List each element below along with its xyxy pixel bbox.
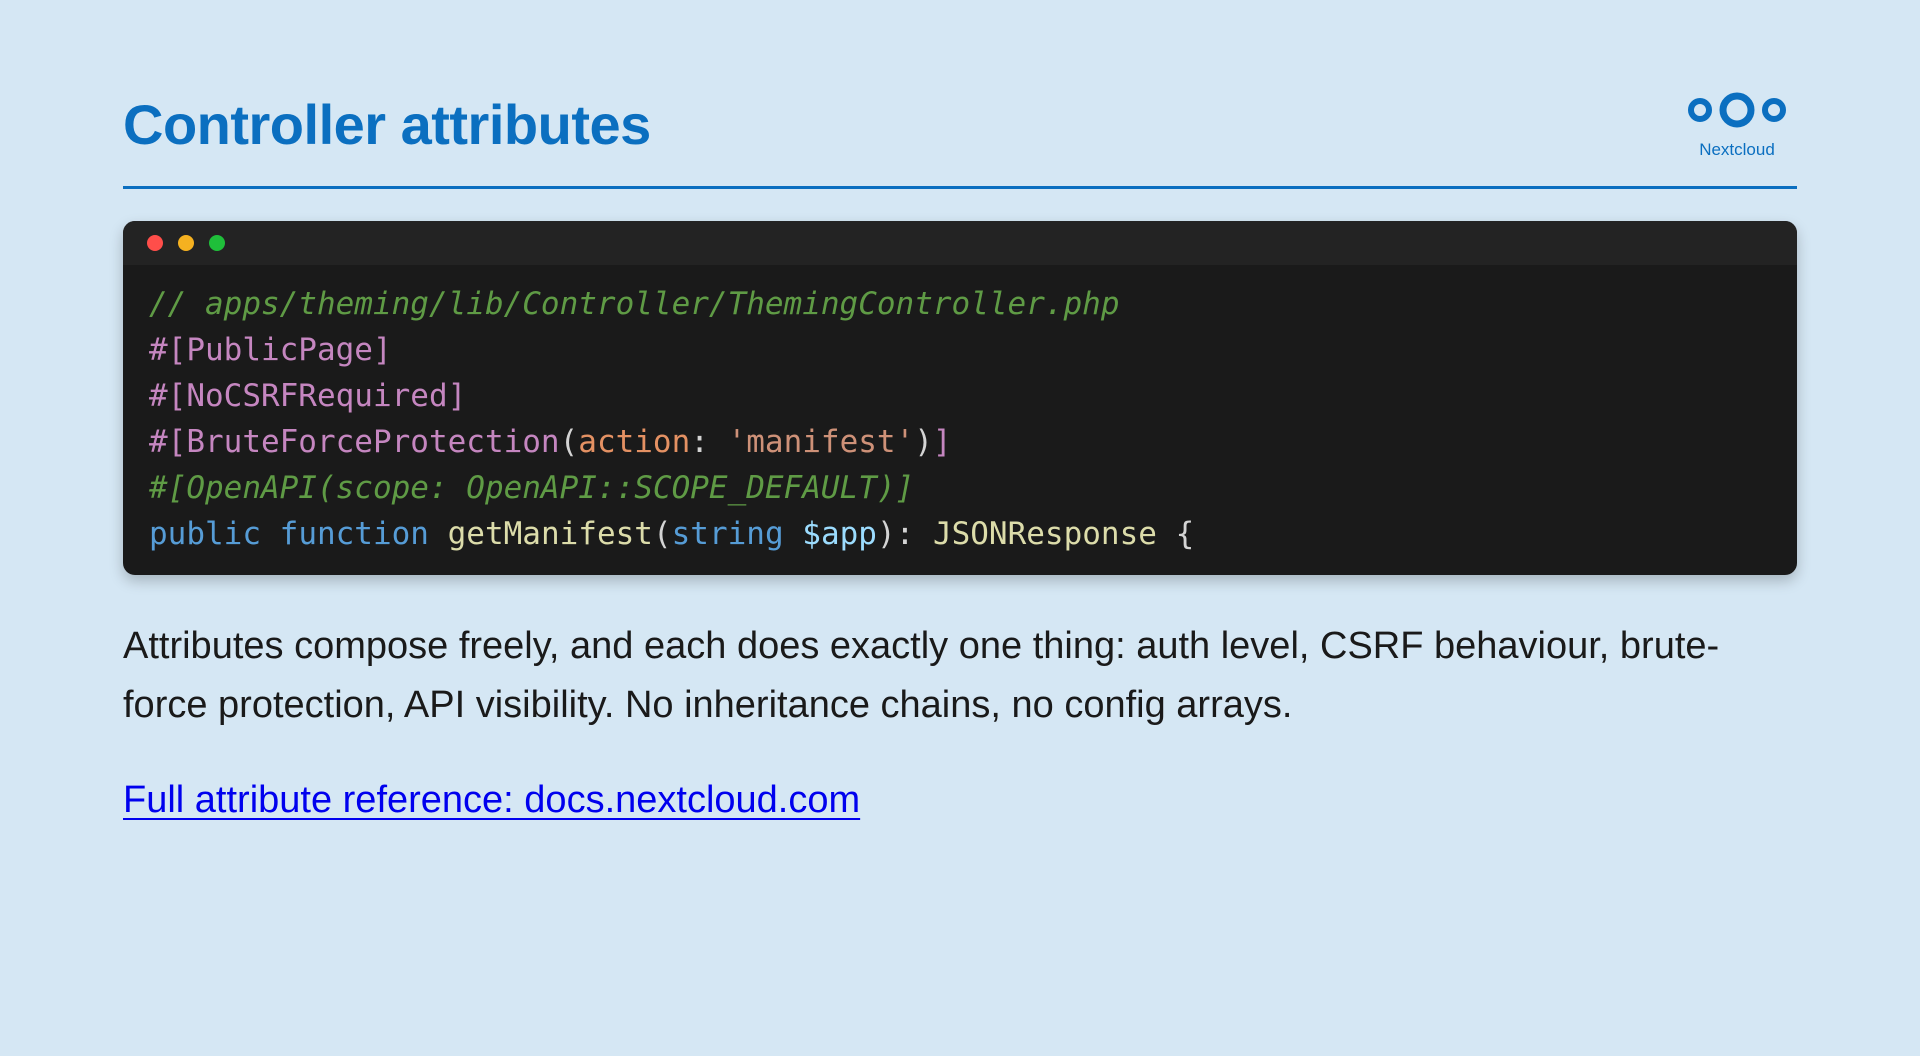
- code-variable: $app: [802, 516, 877, 552]
- minimize-dot-icon: [178, 235, 194, 251]
- slide-header: Controller attributes Nextcloud: [123, 78, 1797, 189]
- code-line-3: #[NoCSRFRequired]: [149, 373, 1194, 419]
- slide: Controller attributes Nextcloud // apps/…: [123, 0, 1797, 1056]
- code-attribute: ]: [932, 424, 952, 460]
- code-attribute: #[BruteForceProtection: [149, 424, 560, 460]
- description-text: Attributes compose freely, and each does…: [123, 625, 1720, 726]
- code-line-4: #[BruteForceProtection(action: 'manifest…: [149, 419, 1194, 465]
- logo-wordmark: Nextcloud: [1699, 140, 1775, 159]
- code-comment: // apps/theming/lib/Controller/ThemingCo…: [149, 286, 1120, 322]
- code-block: // apps/theming/lib/Controller/ThemingCo…: [149, 281, 1194, 557]
- code-attribute: #[NoCSRFRequired]: [149, 378, 467, 414]
- code-type: string: [671, 516, 784, 552]
- nextcloud-logo-icon: [1688, 92, 1786, 128]
- close-dot-icon: [147, 235, 163, 251]
- code-param-name: action: [578, 424, 691, 460]
- code-line-2: #[PublicPage]: [149, 327, 1194, 373]
- code-return-type: JSONResponse: [932, 516, 1157, 552]
- code-attribute: #[PublicPage]: [149, 332, 392, 368]
- page-title: Controller attributes: [123, 93, 651, 156]
- code-punctuation: {: [1156, 516, 1195, 552]
- code-keyword: public: [149, 516, 261, 552]
- code-window-titlebar: [123, 221, 1797, 265]
- code-string: 'manifest': [727, 424, 915, 460]
- code-line-5: #[OpenAPI(scope: OpenAPI::SCOPE_DEFAULT)…: [149, 465, 1194, 511]
- code-keyword: function: [279, 516, 429, 552]
- attribute-reference-link[interactable]: Full attribute reference: docs.nextcloud…: [123, 772, 860, 828]
- code-comment: #[OpenAPI(scope: OpenAPI::SCOPE_DEFAULT)…: [149, 470, 915, 506]
- code-punctuation: ):: [876, 516, 933, 552]
- code-function-name: getManifest: [447, 516, 653, 552]
- code-line-6: public function getManifest(string $app)…: [149, 511, 1194, 557]
- maximize-dot-icon: [209, 235, 225, 251]
- code-punctuation: :: [690, 424, 728, 460]
- code-punctuation: ): [914, 424, 933, 460]
- nextcloud-logo: Nextcloud: [1685, 88, 1789, 164]
- code-punctuation: (: [652, 516, 672, 552]
- code-line-1: // apps/theming/lib/Controller/ThemingCo…: [149, 281, 1194, 327]
- code-punctuation: (: [559, 424, 579, 460]
- code-window: // apps/theming/lib/Controller/ThemingCo…: [123, 221, 1797, 575]
